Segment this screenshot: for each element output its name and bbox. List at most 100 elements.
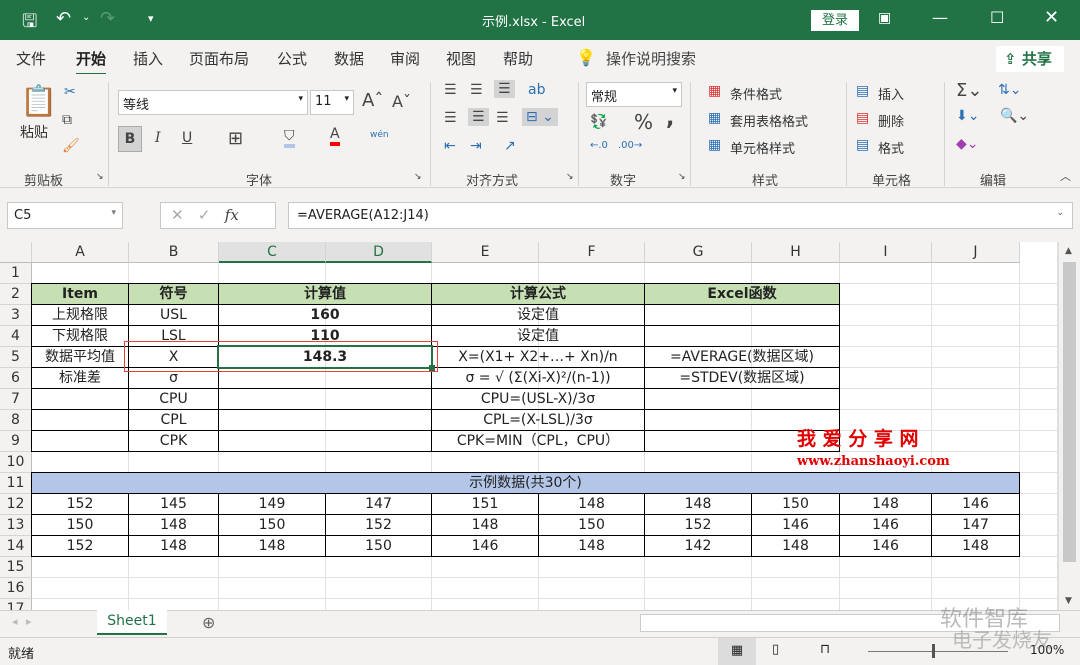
row-header-2[interactable]: 2 [0, 284, 32, 305]
merge-center-icon[interactable]: ⊟ ⌄ [522, 108, 558, 126]
tab-view[interactable]: 视图 [446, 48, 476, 69]
row-header-4[interactable]: 4 [0, 326, 32, 347]
row-header-11[interactable]: 11 [0, 473, 32, 494]
align-top-icon[interactable]: ☰ [444, 82, 457, 98]
format-as-table-button[interactable]: 套用表格格式 [730, 111, 808, 130]
fill-color-icon[interactable]: ⛉ [284, 128, 295, 148]
sample-cell[interactable]: 148 [931, 535, 1020, 557]
tab-home[interactable]: 开始 [76, 48, 107, 76]
column-header-I[interactable]: I [840, 242, 932, 263]
comma-button[interactable]: , [666, 106, 674, 131]
sample-cell[interactable]: 146 [839, 535, 932, 557]
percent-button[interactable]: % [634, 110, 653, 134]
font-name-select[interactable]: 等线 ▾ [118, 90, 308, 115]
row-header-3[interactable]: 3 [0, 305, 32, 326]
table-header-cell[interactable]: 计算公式 [431, 283, 645, 305]
scroll-up-icon[interactable]: ▲ [1065, 246, 1072, 256]
table-cell[interactable]: CPL=(X-LSL)/3σ [431, 409, 645, 431]
sample-cell[interactable]: 150 [325, 535, 432, 557]
italic-button[interactable]: I [155, 130, 161, 146]
table-cell[interactable] [644, 304, 840, 326]
enter-icon[interactable]: ✓ [198, 206, 211, 224]
phonetic-icon[interactable]: wén [370, 130, 389, 140]
increase-indent-icon[interactable]: ⇥ [470, 138, 482, 154]
table-cell[interactable]: 上规格限 [31, 304, 129, 326]
underline-button[interactable]: U [182, 130, 192, 146]
table-cell[interactable]: CPK [128, 430, 219, 452]
maximize-icon[interactable]: ☐ [990, 8, 1004, 27]
vertical-scrollbar[interactable]: ▲ ▼ [1058, 242, 1080, 610]
cell-styles-button[interactable]: 单元格样式 [730, 138, 795, 157]
tab-data[interactable]: 数据 [334, 48, 364, 69]
wrap-text-icon[interactable]: ab [528, 82, 545, 98]
insert-cells-button[interactable]: 插入 [878, 84, 904, 103]
row-header-8[interactable]: 8 [0, 410, 32, 431]
spreadsheet-grid[interactable]: A B C D E F G H I J 1 2 3 4 5 6 7 8 9 10 11 12 13 14 15 16 17 Item 符… [0, 242, 1058, 610]
sample-cell[interactable]: 149 [218, 493, 326, 515]
align-middle-icon[interactable]: ☰ [470, 82, 483, 98]
table-header-cell[interactable]: Excel函数 [644, 283, 840, 305]
page-break-view-icon[interactable]: ⊓ [820, 642, 830, 657]
table-cell[interactable]: CPL [128, 409, 219, 431]
column-header-J[interactable]: J [932, 242, 1020, 263]
table-header-cell[interactable]: 计算值 [218, 283, 432, 305]
tab-formulas[interactable]: 公式 [277, 48, 307, 69]
sample-cell[interactable]: 152 [325, 514, 432, 536]
sample-title-cell[interactable]: 示例数据(共30个) [31, 472, 1020, 494]
save-icon[interactable]: 🖫 [22, 9, 37, 39]
sample-cell[interactable]: 148 [839, 493, 932, 515]
tab-file[interactable]: 文件 [16, 48, 46, 69]
undo-dropdown-icon[interactable]: ⌄ [82, 12, 90, 23]
number-format-select[interactable]: 常规 ▾ [586, 82, 682, 107]
table-cell[interactable]: 160 [218, 304, 432, 326]
autosum-icon[interactable]: Σ⌄ [956, 80, 982, 101]
table-cell[interactable] [218, 388, 432, 410]
sample-cell[interactable]: 151 [431, 493, 539, 515]
copy-icon[interactable]: ⧉ [62, 112, 72, 128]
sample-cell[interactable]: 146 [931, 493, 1020, 515]
paste-icon[interactable]: 📋 [20, 84, 57, 119]
add-sheet-icon[interactable]: ⊕ [202, 613, 215, 632]
row-header-5[interactable]: 5 [0, 347, 32, 368]
table-cell[interactable] [644, 325, 840, 347]
table-cell[interactable]: CPK=MIN（CPL，CPU） [431, 430, 645, 452]
tab-insert[interactable]: 插入 [133, 48, 163, 69]
sample-cell[interactable]: 150 [31, 514, 129, 536]
row-header-14[interactable]: 14 [0, 536, 32, 557]
sample-cell[interactable]: 148 [128, 535, 219, 557]
sample-cell[interactable]: 148 [218, 535, 326, 557]
table-cell[interactable] [31, 388, 129, 410]
sample-cell[interactable]: 148 [538, 493, 645, 515]
table-header-cell[interactable]: Item [31, 283, 129, 305]
name-box[interactable]: C5 ▾ [7, 202, 123, 229]
table-cell[interactable]: 设定值 [431, 304, 645, 326]
sample-cell[interactable]: 148 [128, 514, 219, 536]
orientation-icon[interactable]: ↗ [504, 138, 516, 154]
table-cell[interactable] [218, 409, 432, 431]
row-header-16[interactable]: 16 [0, 578, 32, 599]
column-header-B[interactable]: B [129, 242, 219, 263]
borders-icon[interactable]: ⊞ [228, 128, 243, 149]
column-header-E[interactable]: E [432, 242, 539, 263]
sample-cell[interactable]: 150 [218, 514, 326, 536]
bold-button[interactable]: B [118, 126, 142, 152]
scrollbar-thumb[interactable] [1063, 262, 1076, 562]
column-header-A[interactable]: A [32, 242, 129, 263]
column-header-C[interactable]: C [219, 242, 326, 263]
sample-cell[interactable]: 150 [538, 514, 645, 536]
table-cell[interactable]: USL [128, 304, 219, 326]
close-icon[interactable]: ✕ [1044, 7, 1059, 28]
sort-filter-icon[interactable]: ⇅⌄ [998, 82, 1021, 98]
scroll-down-icon[interactable]: ▼ [1065, 596, 1072, 606]
table-cell[interactable]: σ = √ (Σ(Xi-X)²/(n-1)) [431, 367, 645, 389]
table-cell[interactable]: =STDEV(数据区域) [644, 367, 840, 389]
table-cell[interactable]: 数据平均值 [31, 346, 129, 368]
align-center-icon[interactable]: ☰ [468, 108, 489, 126]
table-cell[interactable]: 下规格限 [31, 325, 129, 347]
row-header-1[interactable]: 1 [0, 263, 32, 284]
paste-button[interactable]: 粘贴 [20, 122, 48, 142]
table-cell[interactable]: 标准差 [31, 367, 129, 389]
login-button[interactable]: 登录 [811, 10, 859, 31]
insert-function-icon[interactable]: fx [225, 206, 239, 224]
table-header-cell[interactable]: 符号 [128, 283, 219, 305]
